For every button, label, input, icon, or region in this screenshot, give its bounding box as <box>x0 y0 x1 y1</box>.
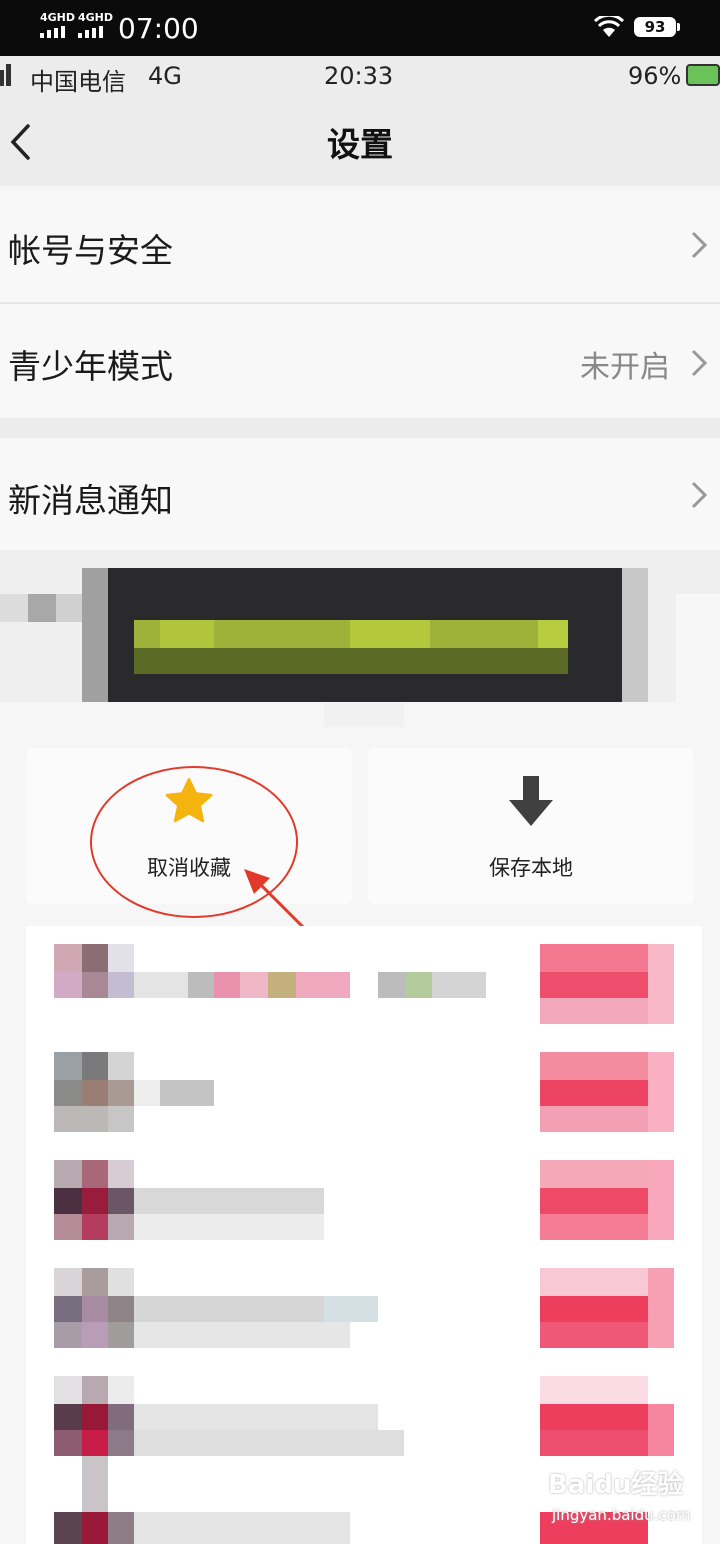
share-target-list <box>26 926 702 1544</box>
app-status-bar: 中国电信 4G 20:33 96% <box>0 56 720 100</box>
censored-banner <box>0 550 720 702</box>
settings-row-account-security[interactable]: 帐号与安全 <box>0 190 720 302</box>
baidu-watermark-logo: Baidu经验 <box>548 1470 684 1500</box>
settings-row-notifications[interactable]: 新消息通知 <box>0 438 720 550</box>
battery-tip <box>677 23 680 31</box>
carrier-name: 中国电信 <box>30 68 126 96</box>
chevron-right-icon <box>691 349 708 377</box>
settings-row-label: 帐号与安全 <box>8 231 173 270</box>
signal-bars-icon <box>40 26 70 38</box>
network-type: 4G <box>148 62 182 90</box>
signal-bar-icon-2 <box>6 64 11 86</box>
sheet-handle[interactable] <box>324 703 404 727</box>
settings-row-teen-mode[interactable]: 青少年模式 未开启 <box>0 304 720 418</box>
download-arrow-icon <box>509 776 553 826</box>
network-label-1: 4GHD <box>40 11 76 24</box>
status-time: 07:00 <box>118 12 199 45</box>
charging-battery-icon <box>686 64 720 86</box>
inner-time: 20:33 <box>324 62 394 90</box>
settings-row-label: 新消息通知 <box>8 481 173 520</box>
page-title: 设置 <box>327 125 393 164</box>
save-local-button[interactable]: 保存本地 <box>368 748 694 904</box>
baidu-watermark-url: jingyan.baidu.com <box>552 1506 691 1524</box>
section-gap <box>0 418 720 438</box>
inner-battery-text: 96% <box>628 62 682 90</box>
network-label-2: 4GHD <box>78 11 114 24</box>
save-local-label: 保存本地 <box>489 856 573 880</box>
settings-row-label: 青少年模式 <box>8 347 173 386</box>
signal-bar-icon <box>0 70 4 86</box>
teen-mode-status: 未开启 <box>580 350 670 385</box>
device-status-bar: 4GHD 4GHD 07:00 93 <box>0 0 720 56</box>
signal-bars-icon-2 <box>78 26 108 38</box>
battery-icon: 93 <box>634 17 676 37</box>
chevron-right-icon <box>691 231 708 259</box>
chevron-right-icon <box>691 481 708 509</box>
wifi-icon <box>594 16 624 37</box>
battery-level: 93 <box>644 18 666 36</box>
